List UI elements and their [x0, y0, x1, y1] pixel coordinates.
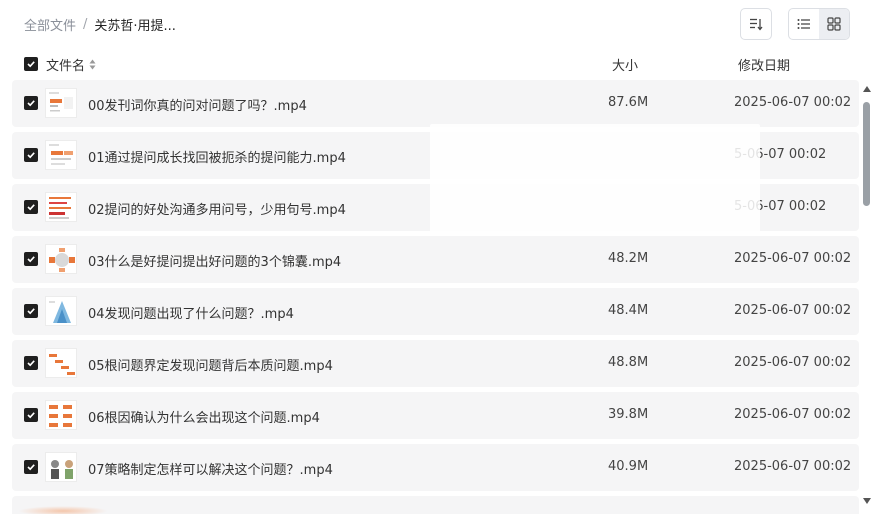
scrollbar-thumb[interactable] — [863, 102, 870, 206]
check-icon — [27, 464, 35, 471]
breadcrumb-current-folder: 关苏哲·用提... — [94, 18, 176, 34]
file-row[interactable]: 07策略制定怎样可以解决这个问题？.mp4 40.9M 2025-06-07 0… — [12, 444, 859, 491]
column-header-name[interactable]: 文件名 — [46, 55, 96, 74]
view-toggle — [788, 8, 850, 40]
file-row[interactable]: 00发刊词你真的问对问题了吗？.mp4 87.6M 2025-06-07 00:… — [12, 80, 859, 127]
check-icon — [27, 100, 35, 107]
file-date: 2025-06-07 00:02 — [734, 355, 852, 370]
file-size: 87.6M — [608, 95, 649, 110]
file-size: 48.4M — [608, 303, 649, 318]
select-all-checkbox[interactable] — [24, 57, 38, 71]
column-header-name-label: 文件名 — [46, 59, 86, 74]
file-date: 2025-06-07 00:02 — [734, 251, 852, 266]
file-size: 48.8M — [608, 355, 649, 370]
file-row[interactable]: 03什么是好提问提出好问题的3个锦囊.mp4 48.2M 2025-06-07 … — [12, 236, 859, 283]
file-name[interactable]: 01通过提问成长找回被扼杀的提问能力.mp4 — [88, 147, 346, 166]
decorative-glow — [18, 506, 108, 514]
file-name[interactable]: 06根因确认为什么会出现这个问题.mp4 — [88, 407, 320, 426]
check-icon — [27, 360, 35, 367]
row-checkbox[interactable] — [24, 200, 38, 214]
file-name[interactable]: 02提问的好处沟通多用问号，少用句号.mp4 — [88, 199, 346, 218]
video-thumbnail — [45, 296, 77, 326]
file-name[interactable]: 07策略制定怎样可以解决这个问题？.mp4 — [88, 459, 333, 478]
sort-list-icon — [750, 18, 763, 31]
check-icon — [27, 204, 35, 211]
file-name[interactable]: 00发刊词你真的问对问题了吗？.mp4 — [88, 95, 307, 114]
sort-caret-icon — [89, 59, 96, 70]
file-list-header: 文件名 大小 修改日期 — [12, 50, 858, 78]
row-checkbox[interactable] — [24, 252, 38, 266]
breadcrumb: 全部文件 / 关苏哲·用提... — [24, 14, 176, 34]
file-row-partial[interactable] — [12, 496, 859, 514]
file-date: 2025-06-07 00:02 — [734, 303, 852, 318]
file-name[interactable]: 03什么是好提问提出好问题的3个锦囊.mp4 — [88, 251, 341, 270]
row-checkbox[interactable] — [24, 96, 38, 110]
list-view-button[interactable] — [789, 9, 819, 39]
file-date: 2025-06-07 00:02 — [734, 407, 852, 422]
scrollbar[interactable] — [860, 84, 874, 512]
scroll-down-arrow-icon[interactable] — [862, 496, 872, 506]
video-thumbnail — [45, 348, 77, 378]
file-name[interactable]: 04发现问题出现了什么问题？.mp4 — [88, 303, 294, 322]
breadcrumb-root-link[interactable]: 全部文件 — [24, 15, 76, 34]
file-date: 2025-06-07 00:02 — [734, 95, 852, 110]
breadcrumb-separator: / — [83, 16, 88, 32]
column-header-date[interactable]: 修改日期 — [738, 55, 790, 74]
check-icon — [27, 412, 35, 419]
file-size: 40.9M — [608, 459, 649, 474]
sort-button[interactable] — [740, 8, 772, 40]
video-thumbnail — [45, 192, 77, 222]
file-size: 39.8M — [608, 407, 649, 422]
row-checkbox[interactable] — [24, 304, 38, 318]
file-date: 2025-06-07 00:02 — [734, 459, 852, 474]
video-thumbnail — [45, 244, 77, 274]
scroll-up-arrow-icon[interactable] — [862, 84, 872, 94]
check-icon — [27, 256, 35, 263]
row-checkbox[interactable] — [24, 148, 38, 162]
video-thumbnail — [45, 140, 77, 170]
file-row[interactable]: 04发现问题出现了什么问题？.mp4 48.4M 2025-06-07 00:0… — [12, 288, 859, 335]
row-checkbox[interactable] — [24, 356, 38, 370]
grid-view-button[interactable] — [819, 9, 849, 39]
video-thumbnail — [45, 88, 77, 118]
row-checkbox[interactable] — [24, 460, 38, 474]
list-view-icon — [797, 19, 810, 29]
video-thumbnail — [45, 452, 77, 482]
check-icon — [27, 61, 35, 68]
video-thumbnail — [45, 400, 77, 430]
column-header-size[interactable]: 大小 — [612, 55, 638, 74]
file-size: 48.2M — [608, 251, 649, 266]
check-icon — [27, 152, 35, 159]
file-row[interactable]: 05根问题界定发现问题背后本质问题.mp4 48.8M 2025-06-07 0… — [12, 340, 859, 387]
grid-view-icon — [827, 17, 841, 31]
check-icon — [27, 308, 35, 315]
file-name[interactable]: 05根问题界定发现问题背后本质问题.mp4 — [88, 355, 333, 374]
file-row[interactable]: 06根因确认为什么会出现这个问题.mp4 39.8M 2025-06-07 00… — [12, 392, 859, 439]
file-browser: 全部文件 / 关苏哲·用提... 文件名 大小 修改日期 00发刊词你真的问对问… — [0, 0, 874, 514]
overlay-popup — [430, 124, 760, 234]
row-checkbox[interactable] — [24, 408, 38, 422]
